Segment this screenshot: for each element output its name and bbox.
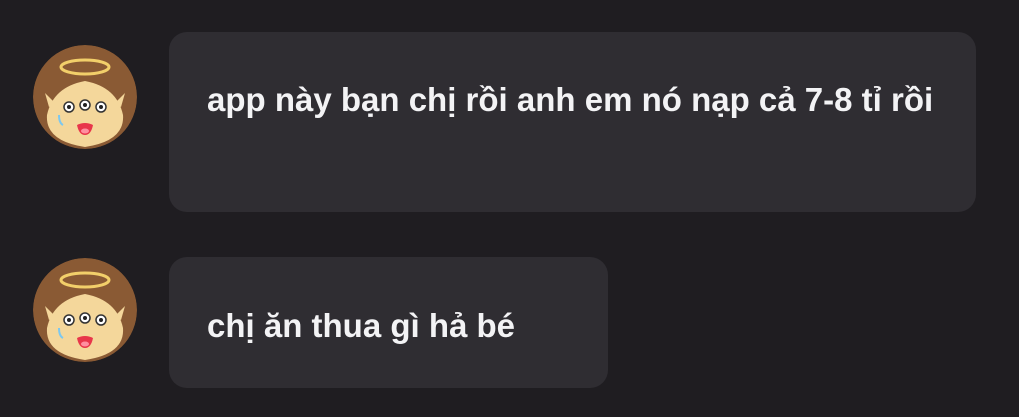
avatar[interactable]: [33, 258, 137, 362]
angel-potato-avatar-icon: [33, 45, 137, 149]
angel-potato-avatar-icon: [33, 258, 137, 362]
avatar[interactable]: [33, 45, 137, 149]
message-text: app này bạn chị rồi anh em nó nạp cả 7-8…: [207, 81, 934, 118]
message-bubble[interactable]: app này bạn chị rồi anh em nó nạp cả 7-8…: [169, 32, 976, 212]
message-text: chị ăn thua gì hả bé: [207, 307, 516, 344]
message-bubble[interactable]: chị ăn thua gì hả bé: [169, 257, 608, 388]
chat-thread: app này bạn chị rồi anh em nó nạp cả 7-8…: [0, 0, 1019, 417]
